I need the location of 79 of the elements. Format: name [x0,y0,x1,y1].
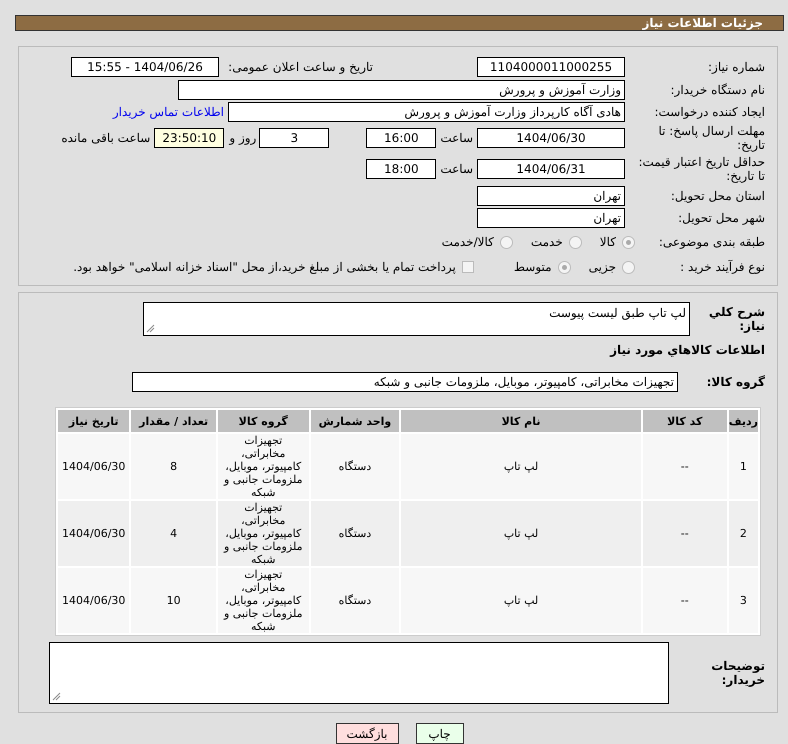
resize-grip-icon [146,324,155,333]
table-cell: 1404/06/30 [58,568,130,633]
table-cell: دستگاه [310,501,400,566]
creator-field: هادی آگاه کارپرداز وزارت آموزش و پرورش [228,102,625,122]
field-label: طبقه بندی موضوعی: [658,235,765,249]
table-cell: لپ تاپ [401,501,641,566]
radio-button[interactable] [568,236,582,248]
field-label: نوع فرآیند خرید : [679,260,765,274]
city-field: تهران [477,208,625,228]
table-cell: لپ تاپ [401,434,641,499]
radio-label: کالا [600,235,616,249]
table-cell: تجهیزات مخابراتی، کامپیوتر، موبایل، ملزومات جانبی و شبکه [218,501,309,566]
column-header: تاریخ نیاز [58,410,130,432]
column-header: کد کالا [642,410,727,432]
date-field: 1404/06/31 [477,159,625,179]
radio-label: کالا/خدمت [442,235,494,249]
announce-date-field: 1404/06/26 - 15:55 [71,57,219,77]
table-cell: 1404/06/30 [58,434,130,499]
field-label: گروه کالا: [706,375,765,389]
column-header: ردیف [728,410,758,432]
field-label: نام دستگاه خریدار: [670,83,765,97]
date-field: 1404/06/30 [477,128,625,148]
remaining-label: ساعت باقی مانده [61,131,150,145]
buyer-org-field: وزارت آموزش و پرورش [178,80,625,100]
field-label: استان محل تحویل: [670,189,765,203]
column-header: تعداد / مقدار [131,410,216,432]
table-cell: لپ تاپ [401,568,641,633]
goods-group-field: تجهیزات مخابراتی، کامپیوتر، موبایل، ملزومات جانبی و شبکه [132,372,678,392]
table-cell: دستگاه [310,434,400,499]
buyer-notes-field[interactable] [49,642,669,704]
table-cell: 1404/06/30 [58,501,130,566]
time-label: ساعت [440,162,473,176]
field-label: شرح کلي نياز: [708,305,765,333]
section-heading: اطلاعات کالاهاي مورد نياز [610,343,765,357]
field-label: شماره نیاز: [707,60,765,74]
radio-button[interactable] [558,260,571,274]
table-cell: 10 [131,568,216,633]
resize-grip-icon [52,692,61,701]
checkbox[interactable] [462,261,474,273]
field-label: حداقل تاریخ اعتبار قیمت: تا تاریخ: [637,155,765,183]
page-title: جزئیات اطلاعات نیاز [642,16,763,30]
table-cell: 8 [131,434,216,499]
field-label: توضیحات خریدار: [710,659,765,687]
radio-button[interactable] [500,236,513,248]
table-cell: -- [642,501,727,566]
province-field: تهران [477,186,625,206]
table-cell: 2 [728,501,758,566]
field-label: شهر محل تحویل: [677,211,765,225]
radio-label: متوسط [514,260,552,274]
days-label: روز و [229,131,256,145]
need-number-field: 1104000011000255 [477,57,625,77]
time-label: ساعت [440,131,473,145]
time-field: 16:00 [366,128,436,148]
radio-button[interactable] [622,260,635,274]
time-field: 18:00 [366,159,436,179]
description-field[interactable]: لپ تاپ طبق لیست پیوست [143,302,690,336]
radio-label: خدمت [530,235,563,249]
radio-label: جزیی [588,260,616,274]
table-cell: -- [642,434,727,499]
column-header: گروه کالا [218,410,309,432]
table-cell: 1 [728,434,758,499]
contact-link[interactable]: اطلاعات تماس خریدار [112,105,224,119]
column-header: نام کالا [401,410,641,432]
field-label: تاریخ و ساعت اعلان عمومی: [227,60,373,74]
table-cell: 3 [728,568,758,633]
back-button[interactable]: بازگشت [336,723,398,744]
checkbox-label: پرداخت تمام یا بخشی از مبلغ خرید،از محل "اسناد خزانه اسلامی" خواهد بود. [73,260,456,274]
remaining-time-field: 23:50:10 [154,128,224,148]
print-button[interactable]: چاپ [416,723,464,744]
table-cell: تجهیزات مخابراتی، کامپیوتر، موبایل، ملزومات جانبی و شبکه [218,434,309,499]
table-cell: تجهیزات مخابراتی، کامپیوتر، موبایل، ملزومات جانبی و شبکه [218,568,309,633]
field-label: مهلت ارسال پاسخ: تا تاریخ: [657,124,765,152]
table-cell: دستگاه [310,568,400,633]
field-label: ایجاد کننده درخواست: [653,105,765,119]
radio-button[interactable] [622,236,635,248]
table-cell: -- [642,568,727,633]
days-field: 3 [259,128,330,148]
column-header: واحد شمارش [310,410,400,432]
table-cell: 4 [131,501,216,566]
